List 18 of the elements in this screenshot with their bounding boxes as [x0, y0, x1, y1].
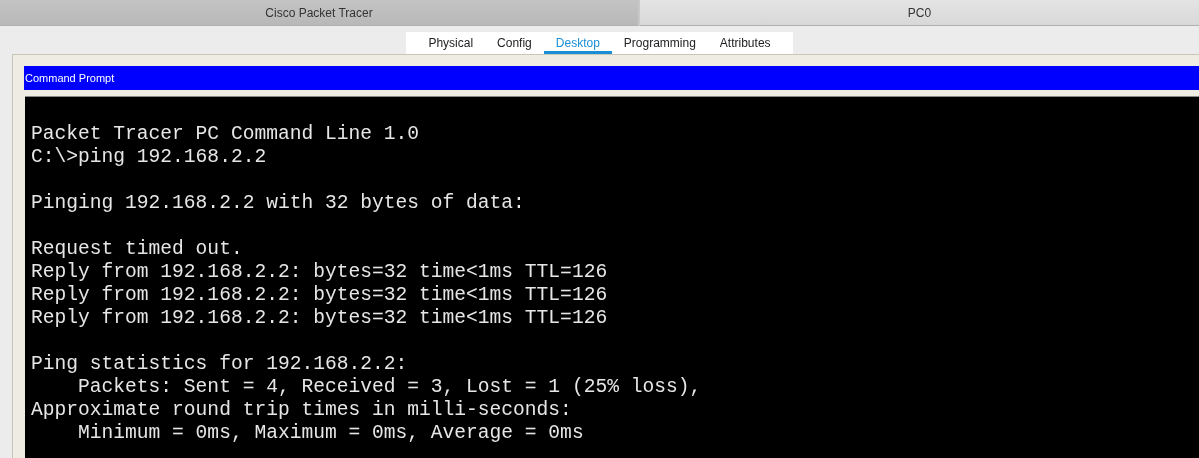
- tab[interactable]: Programming: [611, 32, 708, 54]
- terminal-line: Approximate round trip times in milli-seconds:: [31, 399, 572, 422]
- tab[interactable]: Physical: [416, 32, 486, 54]
- terminal-line: Packet Tracer PC Command Line 1.0: [31, 123, 420, 146]
- command-prompt-title: Command Prompt: [24, 66, 1199, 90]
- terminal-line: Minimum = 0ms, Maximum = 0ms, Average = 0ms: [77, 422, 584, 445]
- terminal-line: Reply from 192.168.2.2: bytes=32 time<1ms TTL=126: [31, 284, 608, 307]
- terminal-line: C:\>ping 192.168.2.2: [31, 146, 267, 169]
- terminal-line: Reply from 192.168.2.2: bytes=32 time<1ms TTL=126: [31, 307, 608, 330]
- terminal-line: Request timed out.: [31, 238, 243, 261]
- terminal-line: Ping statistics for 192.168.2.2:: [31, 353, 408, 376]
- tab[interactable]: Attributes: [707, 32, 783, 54]
- tab[interactable]: Config: [485, 32, 544, 54]
- window-tab[interactable]: PC0: [640, 0, 1199, 26]
- terminal-line: Reply from 192.168.2.2: bytes=32 time<1ms TTL=126: [31, 261, 608, 284]
- terminal-line: Packets: Sent = 4, Received = 3, Lost = 1 (25% loss),: [77, 376, 702, 399]
- window-tab[interactable]: Cisco Packet Tracer: [0, 0, 638, 26]
- terminal-line: Pinging 192.168.2.2 with 32 bytes of data:: [31, 192, 525, 215]
